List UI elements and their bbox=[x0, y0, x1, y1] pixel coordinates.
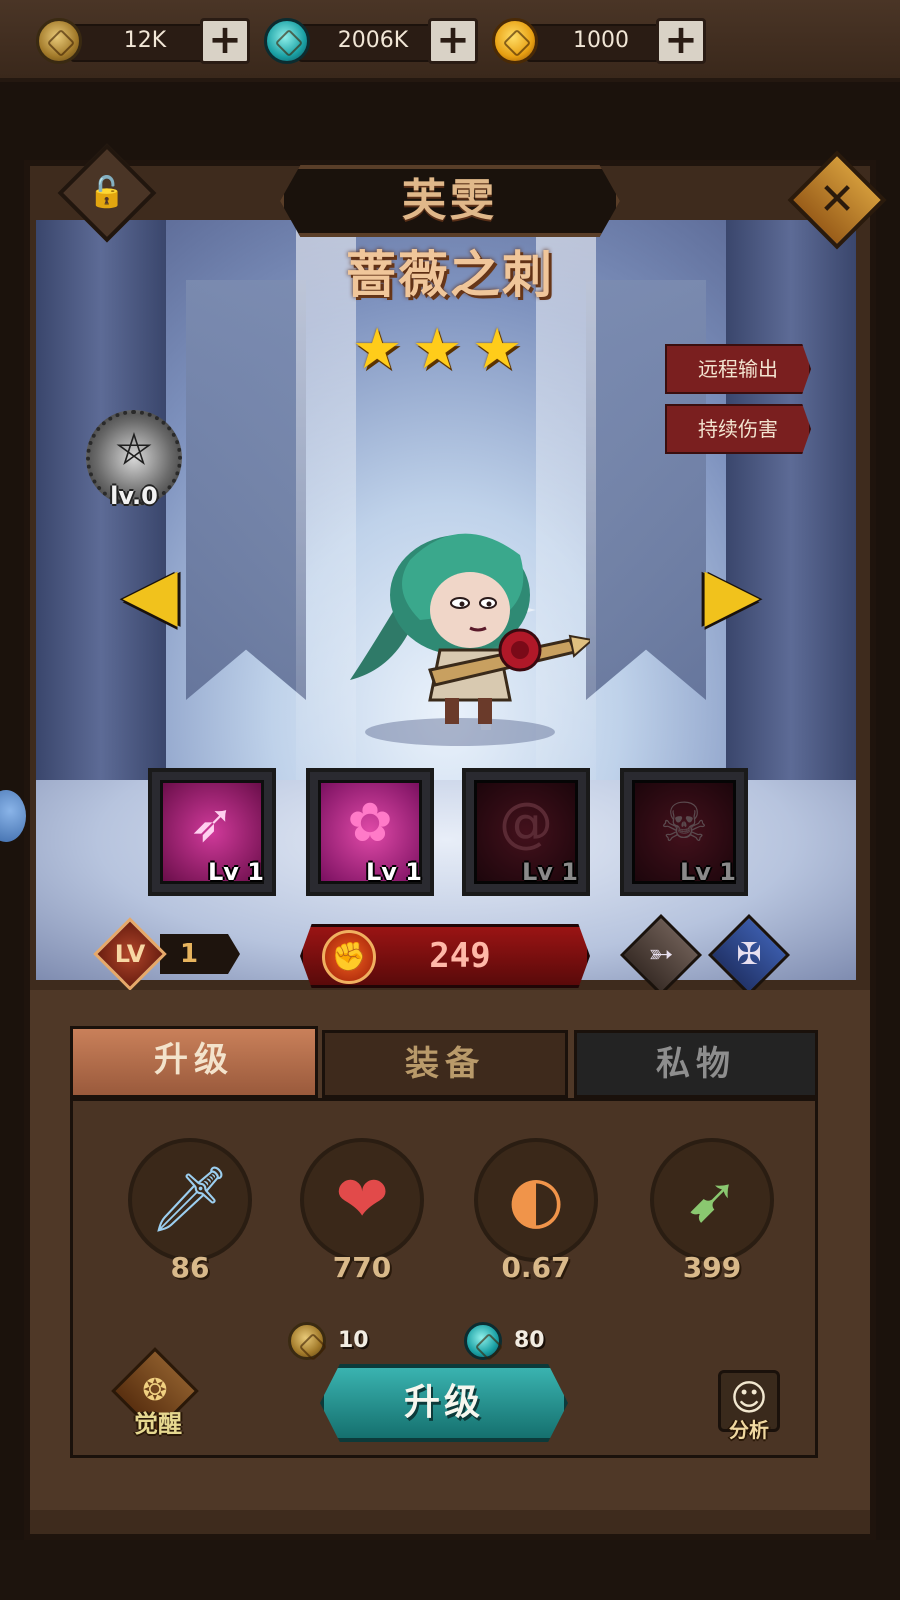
coin-amount: 12K bbox=[123, 28, 167, 53]
arrow-strike-icon: ➶ bbox=[189, 791, 235, 854]
bow-icon: ➳ bbox=[648, 937, 674, 972]
hero-character-portrait bbox=[350, 533, 590, 746]
upgrade-cost-coin: 10 bbox=[338, 1328, 369, 1353]
add-coin-button[interactable]: + bbox=[200, 18, 250, 64]
role-tag: 远程输出 bbox=[665, 344, 811, 394]
combat-power: 249 bbox=[429, 936, 491, 976]
upgrade-cost-gem: 80 bbox=[514, 1328, 545, 1353]
coin-icon bbox=[36, 18, 82, 64]
right-banner bbox=[586, 280, 706, 700]
skill-slot-3[interactable]: @ Lv 1 bbox=[462, 768, 590, 896]
gem-icon bbox=[264, 18, 310, 64]
skill-slot-4[interactable]: ☠ Lv 1 bbox=[620, 768, 748, 896]
tab-upgrade[interactable]: 升级 bbox=[70, 1026, 318, 1098]
fist-icon: ✊ bbox=[322, 930, 376, 984]
star-icon: ★ bbox=[352, 317, 403, 382]
gold-token-icon bbox=[492, 18, 538, 64]
coin-icon bbox=[288, 1322, 326, 1360]
arrow-range-icon: ➹ bbox=[685, 1163, 739, 1237]
tab-equip[interactable]: 装备 bbox=[322, 1030, 568, 1098]
pentagram-icon: ⛤ bbox=[116, 424, 152, 475]
bottom-bar bbox=[0, 1540, 900, 1600]
sword-icon: 🗡 bbox=[149, 1163, 231, 1237]
star-icon: ★ bbox=[472, 317, 523, 382]
faction-icon: ✠ bbox=[736, 937, 762, 972]
floating-assistant-button[interactable] bbox=[0, 790, 26, 842]
add-gold-button[interactable]: + bbox=[656, 18, 706, 64]
unlock-icon: 🔓 bbox=[88, 175, 126, 210]
heart-icon: ❤ bbox=[335, 1163, 389, 1237]
skull-icon: ☠ bbox=[659, 791, 709, 854]
stat-hp-value: 770 bbox=[332, 1251, 392, 1284]
attack-speed-icon: ◐ bbox=[508, 1163, 564, 1237]
star-icon: ★ bbox=[412, 317, 463, 382]
hero-level: 1 bbox=[180, 939, 199, 969]
skill-level: Lv 1 bbox=[208, 858, 264, 886]
awaken-label: 觉醒 bbox=[134, 1410, 182, 1438]
rune-level: lv.0 bbox=[110, 482, 158, 510]
hero-name: 芙雯 bbox=[402, 175, 498, 226]
gem-icon bbox=[464, 1322, 502, 1360]
skill-level: Lv 1 bbox=[522, 858, 578, 886]
tab-private[interactable]: 私物 bbox=[574, 1030, 818, 1098]
skill-slot-1[interactable]: ➶ Lv 1 bbox=[148, 768, 276, 896]
role-tag: 持续伤害 bbox=[665, 404, 811, 454]
hero-title: 蔷薇之刺 bbox=[346, 246, 554, 304]
upgrade-button-label: 升级 bbox=[403, 1382, 484, 1423]
rose-icon: ✿ bbox=[347, 791, 393, 854]
left-banner bbox=[186, 280, 306, 700]
prev-hero-button[interactable]: ◀ bbox=[118, 548, 182, 638]
next-hero-button[interactable]: ▶ bbox=[700, 548, 764, 638]
skill-slot-2[interactable]: ✿ Lv 1 bbox=[306, 768, 434, 896]
currency-bar: 12K + 2006K + 1000 + bbox=[0, 0, 900, 82]
gem-amount: 2006K bbox=[337, 28, 409, 53]
stat-attack-value: 86 bbox=[170, 1251, 210, 1284]
skill-level: Lv 1 bbox=[680, 858, 736, 886]
add-gem-button[interactable]: + bbox=[428, 18, 478, 64]
stat-range-value: 399 bbox=[682, 1251, 742, 1284]
gold-amount: 1000 bbox=[573, 28, 629, 53]
thorn-swirl-icon: @ bbox=[499, 791, 553, 854]
close-icon: ✕ bbox=[818, 174, 856, 225]
stat-attack-speed-value: 0.67 bbox=[501, 1251, 571, 1284]
analyze-label: 分析 bbox=[729, 1418, 769, 1442]
skill-level: Lv 1 bbox=[366, 858, 422, 886]
level-badge-label: LV bbox=[114, 940, 146, 968]
